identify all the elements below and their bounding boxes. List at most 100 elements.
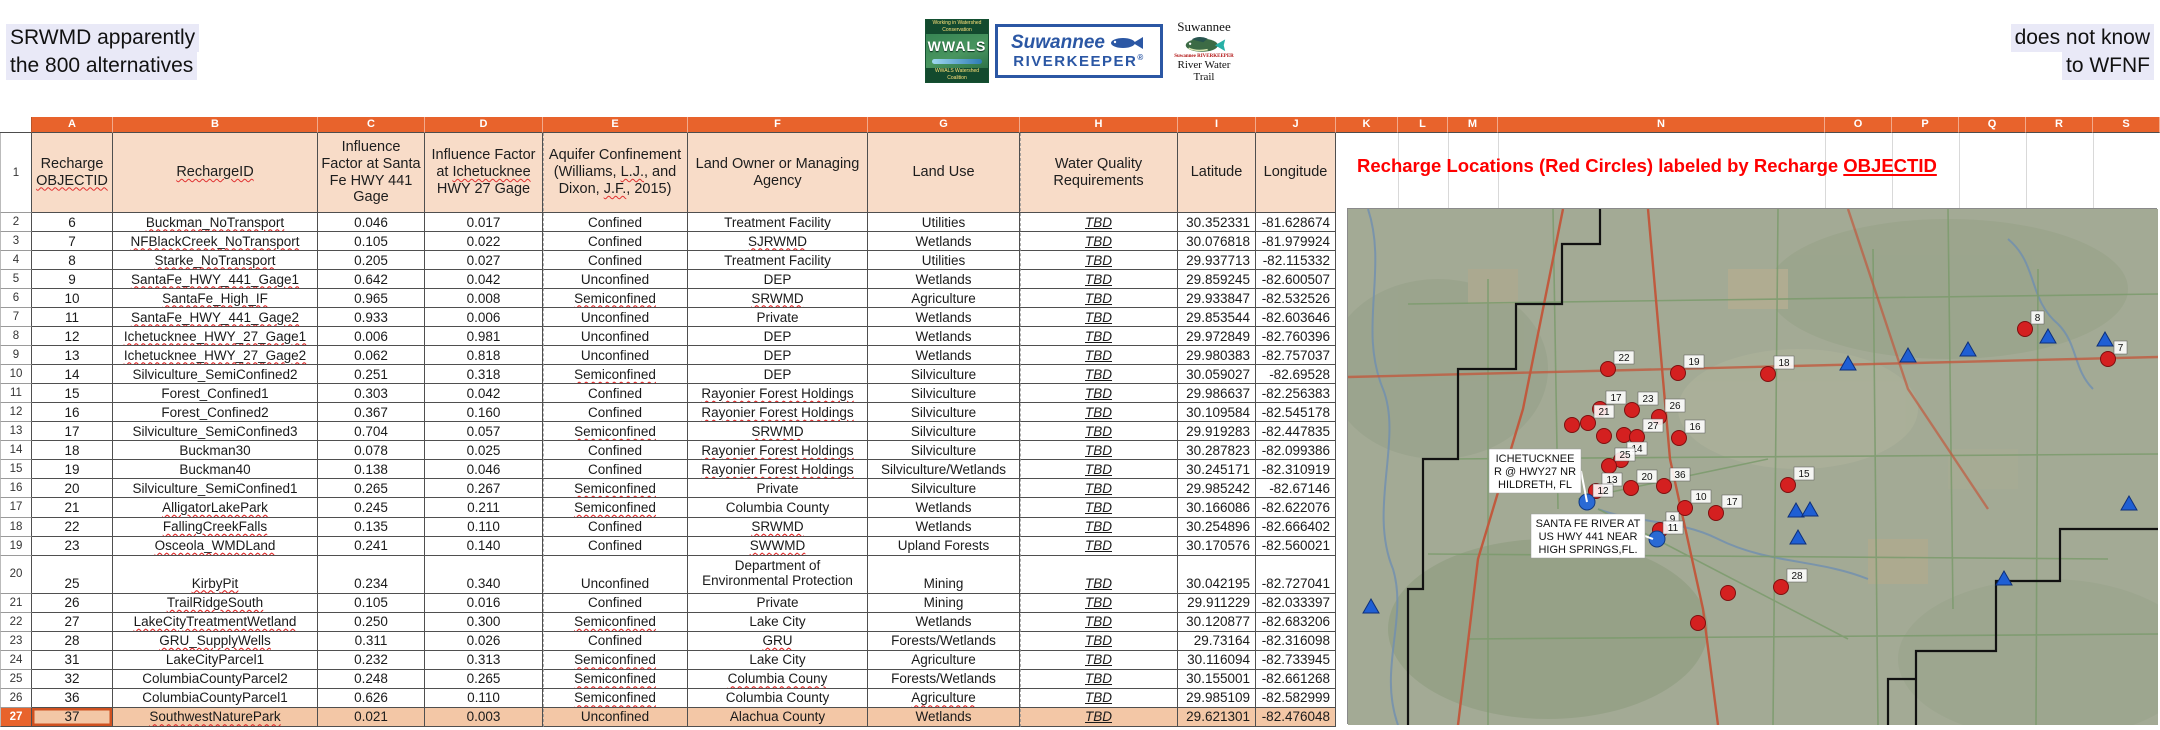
cell-landuse[interactable]: Wetlands (868, 232, 1020, 251)
cell-water-quality[interactable]: TBD (1020, 422, 1178, 441)
cell-landuse[interactable]: Wetlands (868, 346, 1020, 365)
cell-influence-27[interactable]: 0.003 (425, 708, 543, 727)
cell-influence-27[interactable]: 0.110 (425, 689, 543, 708)
cell-longitude[interactable]: -82.666402 (1256, 518, 1336, 537)
cell-landuse[interactable]: Mining (868, 594, 1020, 613)
column-header-N[interactable]: N (1498, 117, 1825, 133)
cell-landuse[interactable]: Wetlands (868, 270, 1020, 289)
row-number-27[interactable]: 27 (0, 708, 32, 727)
cell-water-quality[interactable]: TBD (1020, 365, 1178, 384)
column-title-I[interactable]: Latitude (1178, 133, 1256, 213)
cell-owner[interactable]: Private (688, 479, 868, 498)
cell-influence-441[interactable]: 0.234 (318, 556, 425, 594)
cell-owner[interactable]: Columbia County (688, 689, 868, 708)
row-number-12[interactable]: 12 (0, 403, 32, 422)
cell-owner[interactable]: Private (688, 308, 868, 327)
cell-influence-441[interactable]: 0.138 (318, 460, 425, 479)
column-header-P[interactable]: P (1892, 117, 1959, 133)
cell-landuse[interactable]: Agriculture (868, 689, 1020, 708)
cell-influence-441[interactable]: 0.250 (318, 613, 425, 632)
cell-influence-441[interactable]: 0.232 (318, 651, 425, 670)
cell-landuse[interactable]: Agriculture (868, 289, 1020, 308)
recharge-location-marker[interactable] (1581, 416, 1596, 431)
cell-longitude[interactable]: -81.979924 (1256, 232, 1336, 251)
cell-owner[interactable]: Treatment Facility (688, 213, 868, 232)
cell-confinement[interactable]: Semiconfined (543, 670, 688, 689)
cell-objectid[interactable]: 25 (32, 556, 113, 594)
row-number-6[interactable]: 6 (0, 289, 32, 308)
cell-influence-27[interactable]: 0.042 (425, 270, 543, 289)
cell-objectid[interactable]: 20 (32, 479, 113, 498)
recharge-location-marker[interactable] (1597, 429, 1612, 444)
cell-rechargeid[interactable]: SantaFe_HWY_441_Gage2 (113, 308, 318, 327)
cell-objectid[interactable]: 18 (32, 441, 113, 460)
recharge-location-marker[interactable] (1709, 506, 1724, 521)
column-header-Q[interactable]: Q (1959, 117, 2026, 133)
row-number-5[interactable]: 5 (0, 270, 32, 289)
cell-owner[interactable]: GRU (688, 632, 868, 651)
cell-water-quality[interactable]: TBD (1020, 289, 1178, 308)
cell-influence-441[interactable]: 0.105 (318, 232, 425, 251)
cell-water-quality[interactable]: TBD (1020, 651, 1178, 670)
cell-water-quality[interactable]: TBD (1020, 270, 1178, 289)
cell-confinement[interactable]: Confined (543, 251, 688, 270)
cell-latitude[interactable]: 29.972849 (1178, 327, 1256, 346)
cell-rechargeid[interactable]: Forest_Confined1 (113, 384, 318, 403)
cell-water-quality[interactable]: TBD (1020, 327, 1178, 346)
cell-owner[interactable]: SRWMD (688, 289, 868, 308)
cell-objectid[interactable]: 12 (32, 327, 113, 346)
cell-rechargeid[interactable]: ColumbiaCountyParcel1 (113, 689, 318, 708)
column-header-M[interactable]: M (1448, 117, 1498, 133)
cell-confinement[interactable]: Unconfined (543, 270, 688, 289)
cell-objectid[interactable]: 17 (32, 422, 113, 441)
cell-owner[interactable]: Columbia Couny (688, 670, 868, 689)
cell-water-quality[interactable]: TBD (1020, 384, 1178, 403)
cell-landuse[interactable]: Utilities (868, 213, 1020, 232)
row-number-7[interactable]: 7 (0, 308, 32, 327)
cell-confinement[interactable]: Confined (543, 537, 688, 556)
column-header-A[interactable]: A (32, 117, 113, 133)
cell-water-quality[interactable]: TBD (1020, 251, 1178, 270)
cell-landuse[interactable]: Utilities (868, 251, 1020, 270)
recharge-location-marker[interactable] (1691, 616, 1706, 631)
recharge-location-marker[interactable] (1721, 586, 1736, 601)
select-all-corner[interactable] (0, 117, 32, 133)
row-number-14[interactable]: 14 (0, 441, 32, 460)
cell-rechargeid[interactable]: LakeCityTreatmentWetland (113, 613, 318, 632)
cell-rechargeid[interactable]: SantaFe_HWY_441_Gage1 (113, 270, 318, 289)
cell-latitude[interactable]: 30.352331 (1178, 213, 1256, 232)
cell-longitude[interactable]: -82.733945 (1256, 651, 1336, 670)
cell-objectid[interactable]: 10 (32, 289, 113, 308)
cell-influence-27[interactable]: 0.265 (425, 670, 543, 689)
cell-owner[interactable]: Columbia County (688, 498, 868, 517)
cell-confinement[interactable]: Confined (543, 403, 688, 422)
cell-owner[interactable]: Lake City (688, 613, 868, 632)
column-header-C[interactable]: C (318, 117, 425, 133)
cell-influence-441[interactable]: 0.245 (318, 498, 425, 517)
cell-landuse[interactable]: Silviculture (868, 441, 1020, 460)
cell-influence-27[interactable]: 0.022 (425, 232, 543, 251)
cell-rechargeid[interactable]: Buckman_NoTransport (113, 213, 318, 232)
cell-rechargeid[interactable]: Starke_NoTransport (113, 251, 318, 270)
cell-influence-27[interactable]: 0.300 (425, 613, 543, 632)
row-number-26[interactable]: 26 (0, 689, 32, 708)
cell-owner[interactable]: Rayonier Forest Holdings (688, 384, 868, 403)
cell-objectid[interactable]: 8 (32, 251, 113, 270)
row-number-20[interactable]: 20 (0, 556, 32, 594)
cell-latitude[interactable]: 30.245171 (1178, 460, 1256, 479)
cell-rechargeid[interactable]: AlligatorLakePark (113, 498, 318, 517)
cell-water-quality[interactable]: TBD (1020, 518, 1178, 537)
column-header-J[interactable]: J (1256, 117, 1336, 133)
cell-longitude[interactable]: -82.603646 (1256, 308, 1336, 327)
cell-influence-27[interactable]: 0.160 (425, 403, 543, 422)
cell-longitude[interactable]: -82.622076 (1256, 498, 1336, 517)
cell-objectid[interactable]: 37 (32, 708, 113, 727)
cell-longitude[interactable]: -82.099386 (1256, 441, 1336, 460)
cell-rechargeid[interactable]: Forest_Confined2 (113, 403, 318, 422)
cell-influence-27[interactable]: 0.140 (425, 537, 543, 556)
cell-rechargeid[interactable]: SantaFe_High_IF (113, 289, 318, 308)
row-number-15[interactable]: 15 (0, 460, 32, 479)
row-number-3[interactable]: 3 (0, 232, 32, 251)
cell-latitude[interactable]: 30.076818 (1178, 232, 1256, 251)
cell-water-quality[interactable]: TBD (1020, 594, 1178, 613)
